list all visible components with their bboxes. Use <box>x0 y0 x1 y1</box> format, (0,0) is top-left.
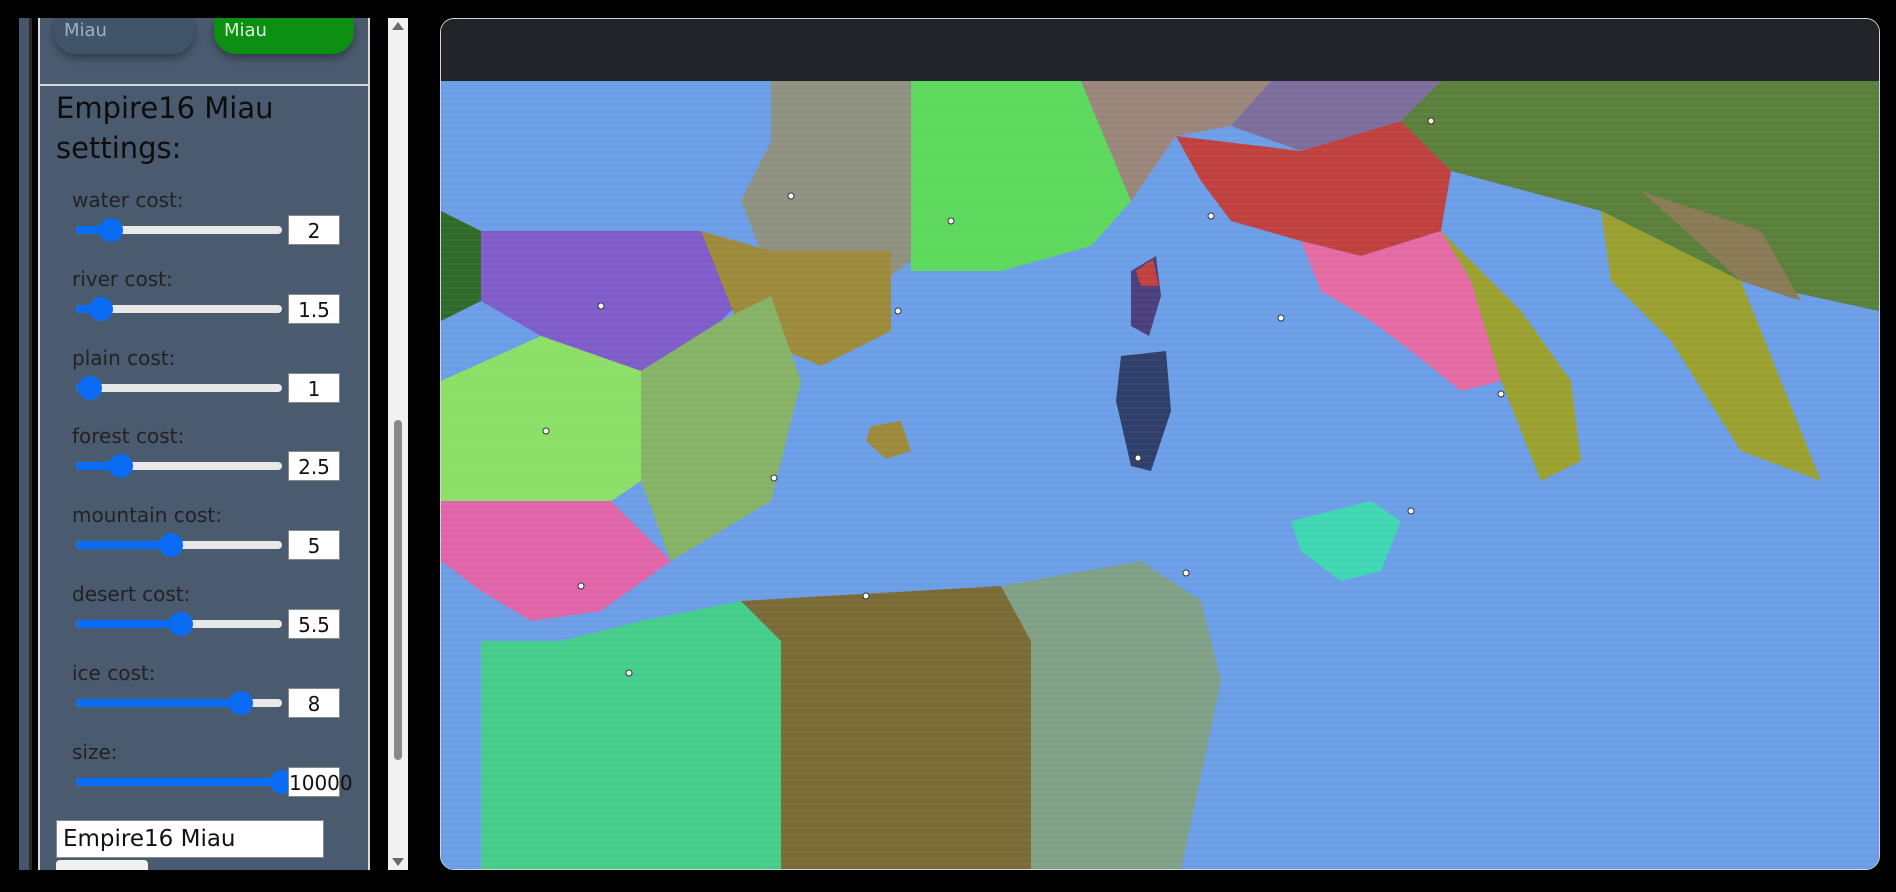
water-cost-label: water cost: <box>72 188 184 212</box>
mountain-cost-label: mountain cost: <box>72 503 222 527</box>
slider-thumb[interactable] <box>88 297 113 321</box>
left-edge-divider <box>29 18 32 870</box>
desert-cost-label: desert cost: <box>72 582 191 606</box>
plain-cost-slider[interactable] <box>76 376 282 400</box>
empire-button-active[interactable]: Miau <box>214 18 354 54</box>
empire-button[interactable]: Miau <box>54 18 194 54</box>
slider-thumb[interactable] <box>99 218 124 242</box>
city-marker <box>862 592 870 600</box>
water-cost-value[interactable]: 2 <box>288 215 340 245</box>
slider-thumb[interactable] <box>78 376 103 400</box>
size-label: size: <box>72 740 118 764</box>
sidebar-scrollbar[interactable] <box>388 18 408 870</box>
size-value[interactable]: 10000 <box>288 767 353 797</box>
divider <box>40 84 368 86</box>
scroll-down-arrow-icon[interactable] <box>392 858 404 866</box>
mountain-cost-slider[interactable] <box>76 533 282 557</box>
slider-thumb[interactable] <box>169 612 194 636</box>
city-marker <box>1207 212 1215 220</box>
river-cost-value[interactable]: 1.5 <box>288 294 340 324</box>
city-marker <box>770 474 778 482</box>
left-edge-strip <box>19 18 29 870</box>
city-marker <box>1497 390 1505 398</box>
city-marker <box>1427 117 1435 125</box>
settings-sidebar: Miau Miau Empire16 Miau settings: water … <box>38 18 370 870</box>
city-marker <box>1277 314 1285 322</box>
scroll-up-arrow-icon[interactable] <box>392 22 404 30</box>
water-cost-slider[interactable] <box>76 218 282 242</box>
ice-cost-slider[interactable] <box>76 691 282 715</box>
empire-name-input[interactable]: Empire16 Miau <box>56 820 324 858</box>
plain-cost-value[interactable]: 1 <box>288 373 340 403</box>
map-window <box>440 18 1880 870</box>
city-marker <box>1182 569 1190 577</box>
city-marker <box>597 302 605 310</box>
city-marker <box>577 582 585 590</box>
forest-cost-label: forest cost: <box>72 424 185 448</box>
city-marker <box>894 307 902 315</box>
slider-thumb[interactable] <box>228 691 253 715</box>
plain-cost-label: plain cost: <box>72 346 176 370</box>
forest-cost-value[interactable]: 2.5 <box>288 451 340 481</box>
submit-button[interactable] <box>56 860 148 870</box>
mountain-cost-value[interactable]: 5 <box>288 530 340 560</box>
desert-cost-value[interactable]: 5.5 <box>288 609 340 639</box>
ice-cost-label: ice cost: <box>72 661 156 685</box>
city-marker <box>947 217 955 225</box>
scrollbar-thumb[interactable] <box>394 420 402 760</box>
desert-cost-slider[interactable] <box>76 612 282 636</box>
ice-cost-value[interactable]: 8 <box>288 688 340 718</box>
city-marker <box>625 669 633 677</box>
slider-thumb[interactable] <box>109 454 134 478</box>
city-marker <box>787 192 795 200</box>
size-slider[interactable] <box>76 770 294 794</box>
forest-cost-slider[interactable] <box>76 454 282 478</box>
river-cost-slider[interactable] <box>76 297 282 321</box>
settings-title: Empire16 Miau settings: <box>56 91 274 165</box>
map-header-bar <box>441 19 1879 82</box>
slider-thumb[interactable] <box>158 533 183 557</box>
city-marker <box>542 427 550 435</box>
city-marker <box>1407 507 1415 515</box>
city-marker <box>1134 454 1142 462</box>
river-cost-label: river cost: <box>72 267 173 291</box>
empire-map[interactable] <box>441 81 1879 870</box>
